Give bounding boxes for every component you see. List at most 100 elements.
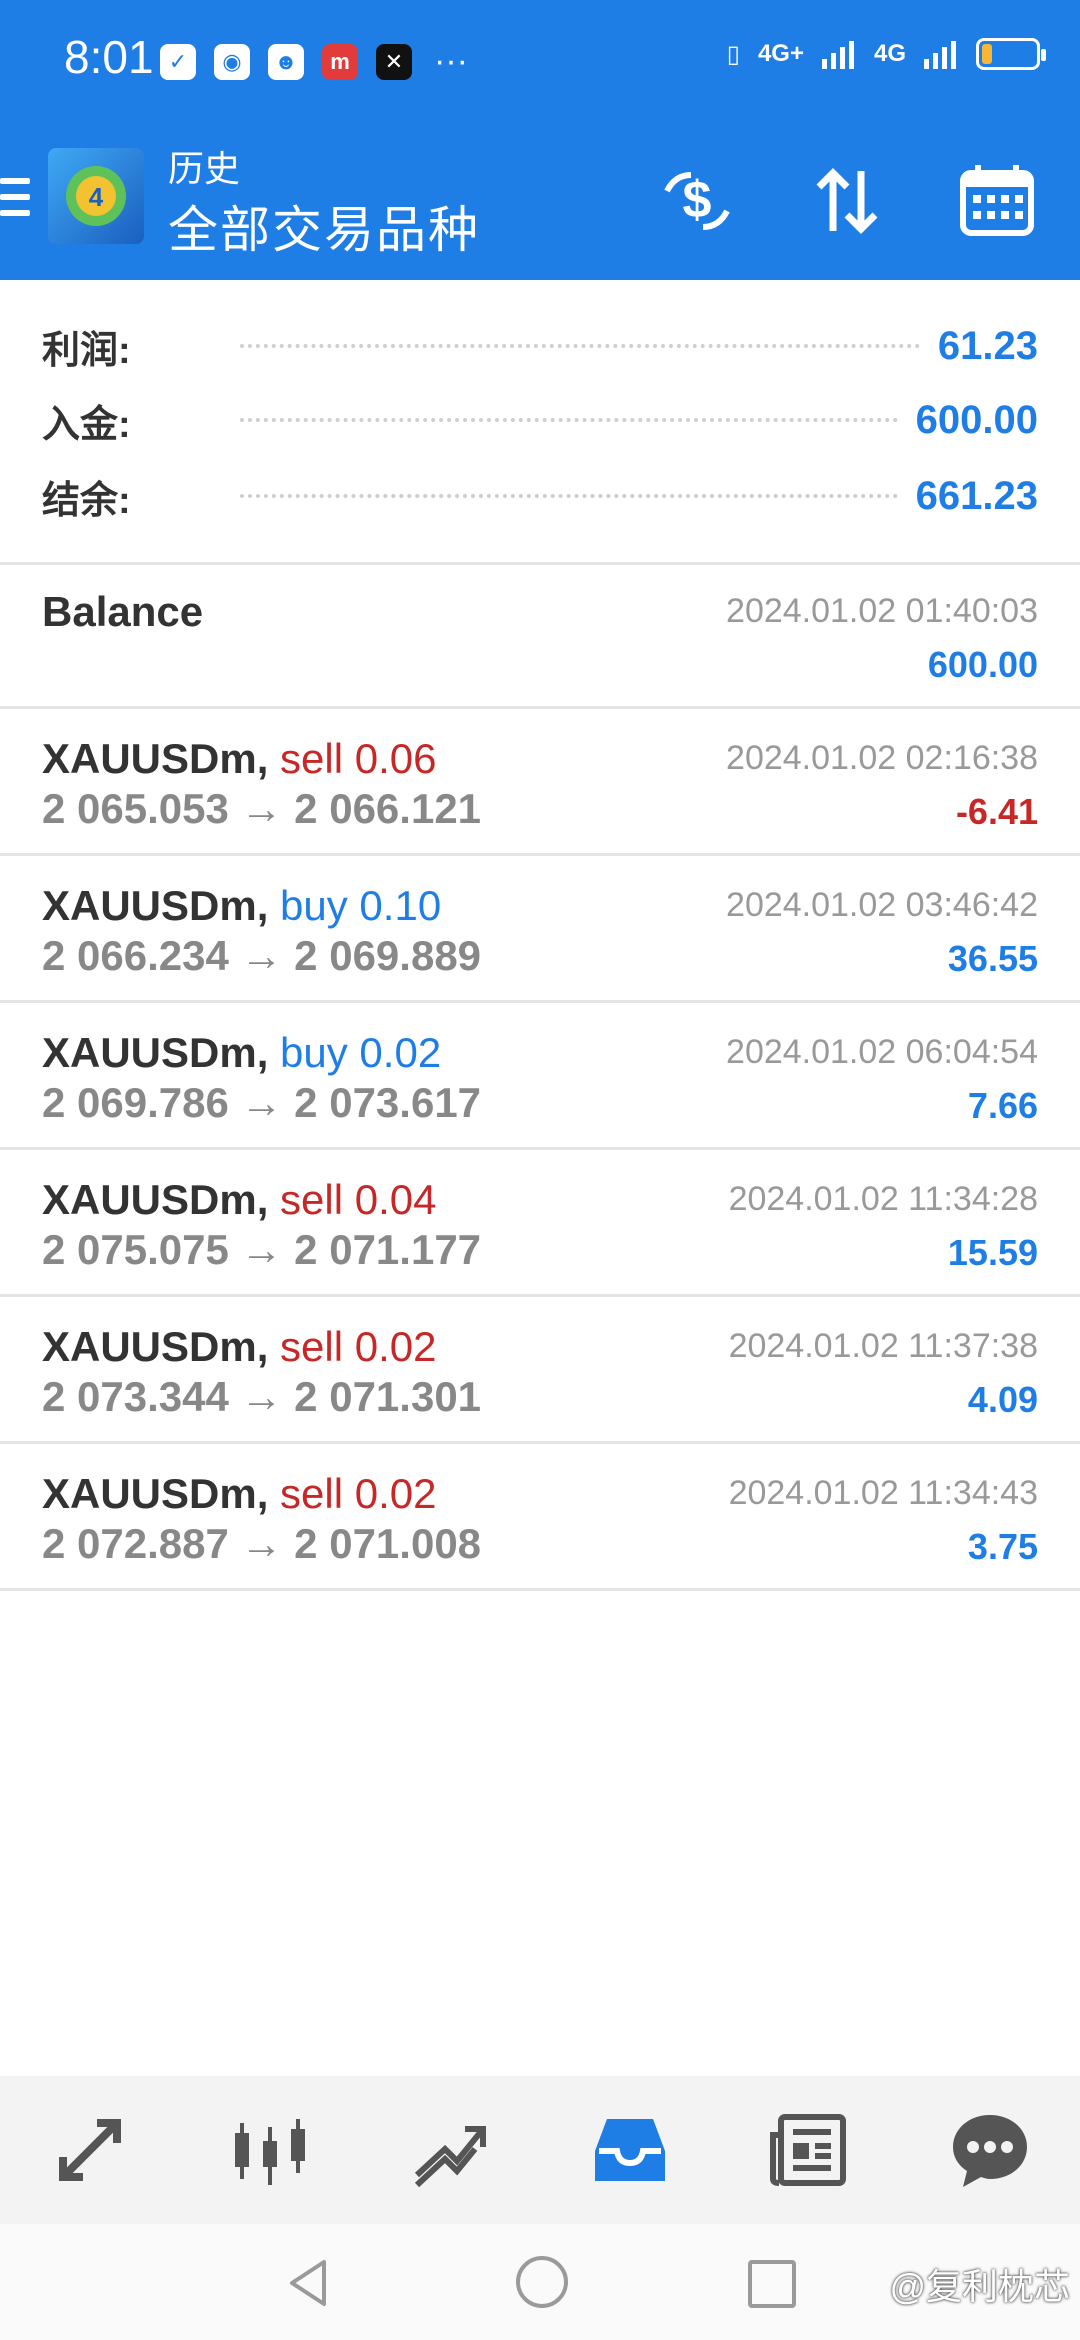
summary-row-deposit: 入金: 600.00 bbox=[42, 390, 1038, 450]
trade-symbol-line: XAUUSDm, sell 0.06 bbox=[42, 735, 436, 783]
status-right: ▯ 4G+ 4G bbox=[726, 38, 1046, 70]
battery-icon bbox=[976, 38, 1046, 70]
signal-bars-icon bbox=[821, 41, 854, 69]
trade-prices: 2 072.887 → 2 071.008 bbox=[42, 1520, 482, 1567]
page-title: 历史 bbox=[168, 148, 241, 189]
summary-value: 61.23 bbox=[937, 323, 1038, 368]
list-item-trade[interactable]: XAUUSDm, buy 0.02 2 069.786 → 2 073.617 20… bbox=[0, 1003, 1080, 1150]
summary-row-balance: 结余: 661.23 bbox=[42, 466, 1038, 526]
item-time: 2024.01.02 03:46:42 bbox=[726, 886, 1038, 924]
sort-button[interactable] bbox=[804, 158, 890, 244]
nav-news[interactable] bbox=[755, 2095, 865, 2205]
watermark-text: @复利枕芯 bbox=[889, 2266, 1070, 2307]
trade-side: buy 0.10 bbox=[280, 882, 442, 929]
trade-symbol: XAUUSDm, bbox=[42, 882, 269, 929]
signal-2-label: 4G bbox=[873, 40, 906, 67]
summary-label: 利润: bbox=[42, 329, 131, 372]
metatrader-logo-icon: 4 bbox=[48, 148, 144, 244]
app-notification-icon: ◉ bbox=[214, 43, 250, 80]
trade-symbol: XAUUSDm, bbox=[42, 1470, 269, 1517]
vibrate-icon: ▯ bbox=[726, 40, 740, 68]
list-item-trade[interactable]: XAUUSDm, sell 0.02 2 072.887 → 2 071.008 2… bbox=[0, 1444, 1080, 1591]
appbar-actions: $ bbox=[654, 158, 1040, 244]
trade-side: buy 0.02 bbox=[280, 1029, 442, 1076]
list-item-balance[interactable]: Balance 2024.01.02 01:40:03 600.00 bbox=[0, 562, 1080, 709]
chat-icon bbox=[953, 2115, 1027, 2187]
list-item-trade[interactable]: XAUUSDm, sell 0.04 2 075.075 → 2 071.177 2… bbox=[0, 1150, 1080, 1297]
notification-icons: ✓ ◉ ☻ m ✕ ··· bbox=[160, 42, 468, 81]
nav-chat[interactable] bbox=[935, 2095, 1045, 2205]
item-time: 2024.01.02 01:40:03 bbox=[726, 592, 1038, 630]
trade-profit: 4.09 bbox=[967, 1379, 1038, 1420]
trade-symbol-line: XAUUSDm, buy 0.02 bbox=[42, 1029, 441, 1077]
back-icon[interactable] bbox=[286, 2258, 330, 2308]
trade-profit: 36.55 bbox=[947, 938, 1038, 979]
battery-fill bbox=[982, 44, 992, 64]
item-time: 2024.01.02 11:37:38 bbox=[728, 1327, 1038, 1365]
dollar-exchange-icon: $ bbox=[664, 171, 730, 230]
shield-icon: ✓ bbox=[160, 43, 196, 80]
nav-quotes[interactable] bbox=[35, 2095, 145, 2205]
trade-side: sell 0.02 bbox=[280, 1470, 437, 1517]
summary-dots bbox=[240, 418, 898, 422]
sort-icon bbox=[816, 168, 878, 234]
recent-apps-icon[interactable] bbox=[748, 2260, 796, 2308]
status-bar: 8:01 ✓ ◉ ☻ m ✕ ··· ▯ 4G+ 4G bbox=[0, 0, 1080, 120]
trade-profit: 3.75 bbox=[967, 1526, 1038, 1567]
summary-dots bbox=[240, 494, 898, 498]
svg-text:4: 4 bbox=[89, 182, 104, 212]
item-time: 2024.01.02 11:34:28 bbox=[728, 1180, 1038, 1218]
nav-trade[interactable] bbox=[395, 2095, 505, 2205]
history-list: Balance 2024.01.02 01:40:03 600.00 XAUUS… bbox=[0, 562, 1080, 1591]
symbol-filter[interactable]: 全部交易品种 bbox=[168, 190, 480, 262]
balance-label: Balance bbox=[42, 588, 204, 635]
summary-value: 600.00 bbox=[915, 397, 1038, 442]
item-amount: 600.00 bbox=[927, 644, 1038, 685]
calendar-button[interactable] bbox=[954, 158, 1040, 244]
system-nav-bar: @复利枕芯 bbox=[0, 2224, 1080, 2340]
app-bar: 4 历史 全部交易品种 $ bbox=[0, 120, 1080, 280]
item-time: 2024.01.02 11:34:43 bbox=[728, 1474, 1038, 1512]
trade-profit: -6.41 bbox=[955, 791, 1038, 832]
quotes-icon bbox=[59, 2119, 121, 2181]
home-icon[interactable] bbox=[516, 2256, 568, 2308]
item-time: 2024.01.02 06:04:54 bbox=[726, 1033, 1038, 1071]
summary-label: 结余: bbox=[42, 479, 131, 522]
signal-1-label: 4G+ bbox=[757, 40, 804, 67]
history-icon bbox=[595, 2119, 665, 2181]
trade-profit: 7.66 bbox=[967, 1085, 1038, 1126]
more-icon: ··· bbox=[434, 42, 468, 80]
grid-app-icon: ✕ bbox=[376, 43, 412, 80]
summary-panel: 利润: 61.23 入金: 600.00 结余: 661.23 bbox=[0, 280, 1080, 565]
summary-row-profit: 利润: 61.23 bbox=[42, 316, 1038, 376]
summary-label: 入金: bbox=[42, 403, 131, 446]
robot-icon: ☻ bbox=[268, 43, 304, 80]
list-item-trade[interactable]: XAUUSDm, sell 0.02 2 073.344 → 2 071.301 2… bbox=[0, 1297, 1080, 1444]
trade-symbol: XAUUSDm, bbox=[42, 735, 269, 782]
trade-side: sell 0.06 bbox=[280, 735, 437, 782]
trade-symbol-line: XAUUSDm, buy 0.10 bbox=[42, 882, 441, 930]
menu-icon[interactable] bbox=[0, 178, 30, 226]
trade-symbol: XAUUSDm, bbox=[42, 1176, 269, 1223]
trade-symbol: XAUUSDm, bbox=[42, 1323, 269, 1370]
item-time: 2024.01.02 02:16:38 bbox=[726, 739, 1038, 777]
trade-prices: 2 075.075 → 2 071.177 bbox=[42, 1226, 482, 1273]
calendar-icon bbox=[960, 165, 1034, 236]
chart-icon bbox=[235, 2119, 305, 2185]
summary-value: 661.23 bbox=[915, 473, 1038, 518]
nav-chart[interactable] bbox=[215, 2095, 325, 2205]
list-item-trade[interactable]: XAUUSDm, sell 0.06 2 065.053 → 2 066.121 2… bbox=[0, 709, 1080, 856]
summary-dots bbox=[240, 344, 920, 348]
status-time: 8:01 bbox=[64, 31, 154, 83]
trade-side: sell 0.04 bbox=[280, 1176, 437, 1223]
nav-history[interactable] bbox=[575, 2095, 685, 2205]
trade-symbol-line: XAUUSDm, sell 0.04 bbox=[42, 1176, 436, 1224]
signal-bars-2-icon bbox=[924, 41, 956, 69]
dollar-exchange-button[interactable]: $ bbox=[654, 158, 740, 244]
trade-symbol: XAUUSDm, bbox=[42, 1029, 269, 1076]
list-item-trade[interactable]: XAUUSDm, buy 0.10 2 066.234 → 2 069.889 20… bbox=[0, 856, 1080, 1003]
trade-prices: 2 073.344 → 2 071.301 bbox=[42, 1373, 482, 1420]
trade-profit: 15.59 bbox=[947, 1232, 1038, 1273]
trade-prices: 2 069.786 → 2 073.617 bbox=[42, 1079, 482, 1126]
trade-symbol-line: XAUUSDm, sell 0.02 bbox=[42, 1323, 436, 1371]
